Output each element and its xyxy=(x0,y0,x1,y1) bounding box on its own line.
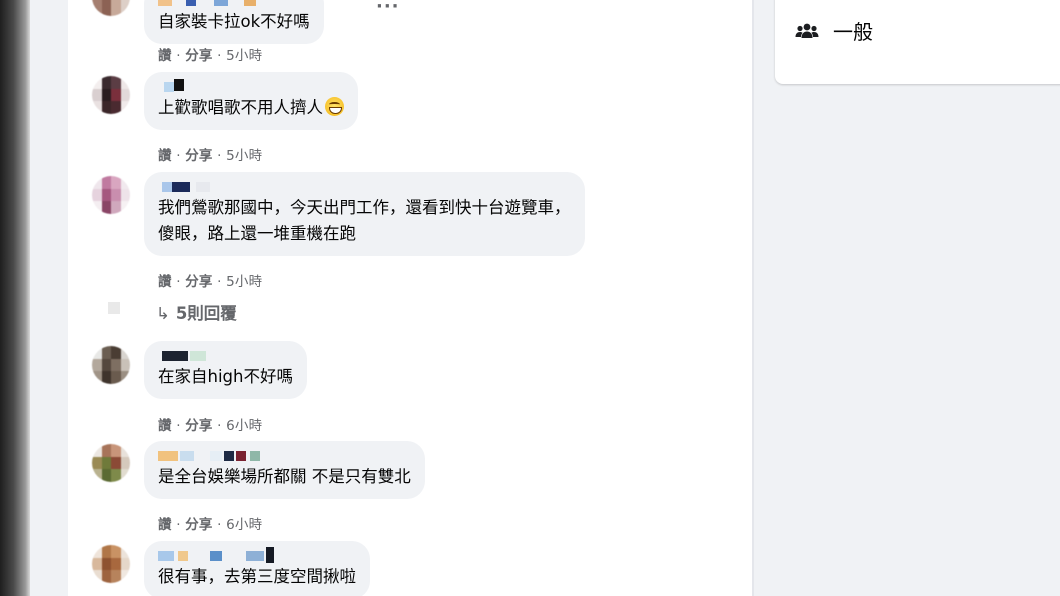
share-link[interactable]: 分享 xyxy=(185,148,212,164)
comment-text-line-1: 我們鶯歌那國中，今天出門工作，還看到快十台遊覽車， xyxy=(158,198,571,217)
comment-actions: 讚 · 分享 · 6小時 xyxy=(158,517,263,533)
comment-text: 很有事，去第三度空間揪啦 xyxy=(158,567,356,586)
share-link[interactable]: 分享 xyxy=(185,274,212,290)
thread-line xyxy=(108,302,120,314)
group-icon xyxy=(795,23,819,38)
grinning-face-emoji xyxy=(325,97,344,116)
view-replies-link[interactable]: ↳ 5則回覆 xyxy=(156,300,237,324)
like-link[interactable]: 讚 xyxy=(158,274,172,290)
sidebar-card: 一般 xyxy=(775,0,1060,84)
comment-timestamp[interactable]: 5小時 xyxy=(226,148,262,164)
comment-text: 上歡歌唱歌不用人擠人 xyxy=(158,98,323,117)
avatar[interactable] xyxy=(92,76,130,114)
comment-timestamp[interactable]: 5小時 xyxy=(226,48,262,64)
left-edge-shadow xyxy=(0,0,30,596)
comment-bubble: 上歡歌唱歌不用人擠人 xyxy=(144,72,358,130)
comment-text: 自家裝卡拉ok不好嗎 xyxy=(158,12,310,31)
more-dots-icon[interactable]: ··· xyxy=(376,0,400,17)
commenter-name-pixelated[interactable] xyxy=(158,79,344,94)
comment-bubble: 自家裝卡拉ok不好嗎 xyxy=(144,0,324,44)
feed-divider xyxy=(752,0,754,596)
commenter-name-pixelated[interactable] xyxy=(158,449,411,463)
comment-bubble: 很有事，去第三度空間揪啦 xyxy=(144,541,370,596)
sidebar-item-general[interactable]: 一般 xyxy=(795,16,873,45)
like-link[interactable]: 讚 xyxy=(158,517,172,533)
like-link[interactable]: 讚 xyxy=(158,418,172,434)
share-link[interactable]: 分享 xyxy=(185,517,212,533)
comments-feed: 自家裝卡拉ok不好嗎 ··· 讚 · 分享 · 5小時 上歡歌唱歌不用人擠人 讚… xyxy=(68,0,752,596)
like-link[interactable]: 讚 xyxy=(158,48,172,64)
comment-text-line-2: 傻眼，路上還一堆重機在跑 xyxy=(158,224,356,243)
comment-bubble: 是全台娛樂場所都關 不是只有雙北 xyxy=(144,441,425,499)
like-link[interactable]: 讚 xyxy=(158,148,172,164)
commenter-name-pixelated[interactable] xyxy=(158,0,310,8)
replies-count-label: 5則回覆 xyxy=(175,304,237,323)
comment-text: 在家自high不好嗎 xyxy=(158,367,293,386)
comment-actions: 讚 · 分享 · 5小時 xyxy=(158,274,263,290)
comment-bubble: 我們鶯歌那國中，今天出門工作，還看到快十台遊覽車， 傻眼，路上還一堆重機在跑 xyxy=(144,172,585,256)
commenter-name-pixelated[interactable] xyxy=(158,180,571,194)
comment-actions: 讚 · 分享 · 5小時 xyxy=(158,48,263,64)
comment-timestamp[interactable]: 6小時 xyxy=(226,517,262,533)
share-link[interactable]: 分享 xyxy=(185,48,212,64)
comment-timestamp[interactable]: 5小時 xyxy=(226,274,262,290)
avatar[interactable] xyxy=(92,545,130,583)
reply-arrow-icon: ↳ xyxy=(156,304,170,323)
comment-text: 是全台娛樂場所都關 不是只有雙北 xyxy=(158,467,411,486)
comment-actions: 讚 · 分享 · 6小時 xyxy=(158,418,263,434)
avatar[interactable] xyxy=(92,444,130,482)
avatar[interactable] xyxy=(92,0,130,16)
comment-timestamp[interactable]: 6小時 xyxy=(226,418,262,434)
commenter-name-pixelated[interactable] xyxy=(158,349,293,363)
commenter-name-pixelated[interactable] xyxy=(158,547,356,563)
comment-bubble: 在家自high不好嗎 xyxy=(144,341,307,399)
comment-actions: 讚 · 分享 · 5小時 xyxy=(158,148,263,164)
share-link[interactable]: 分享 xyxy=(185,418,212,434)
avatar[interactable] xyxy=(92,346,130,384)
sidebar-item-label: 一般 xyxy=(833,20,873,44)
avatar[interactable] xyxy=(92,176,130,214)
